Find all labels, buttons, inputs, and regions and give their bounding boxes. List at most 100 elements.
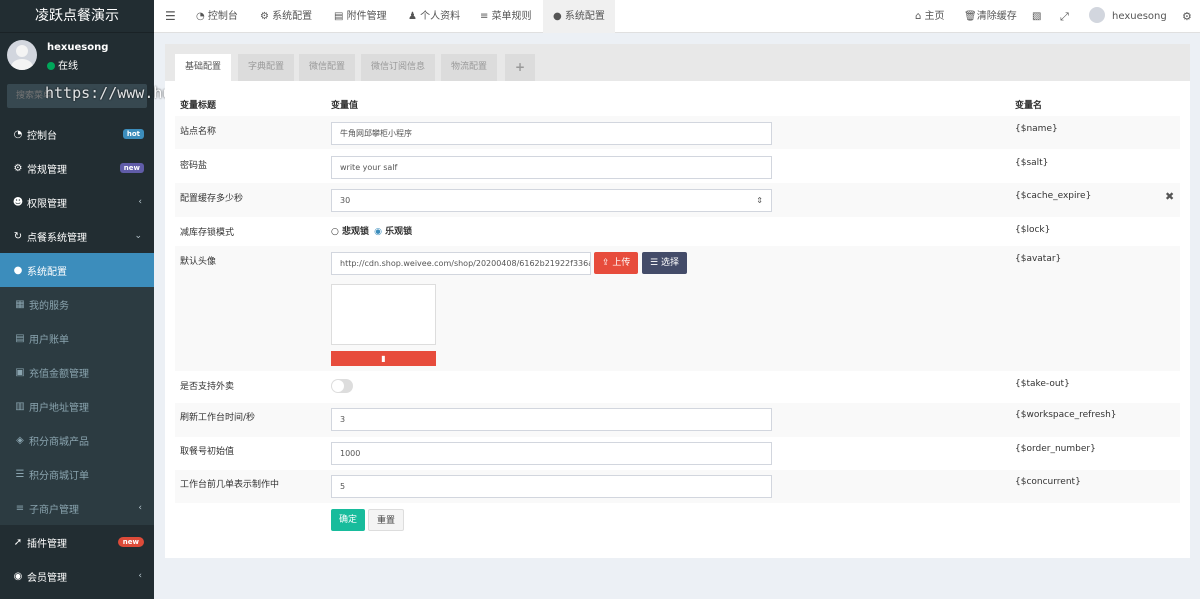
dashboard-icon: ◔ — [196, 11, 208, 22]
choose-button[interactable]: ☰ 选择 — [642, 252, 687, 274]
header-title: 变量标题 — [180, 101, 217, 111]
tab-dictionary[interactable]: 字典配置 — [238, 54, 295, 81]
lock-radio-group: ○ 悲观锁 ◉ 乐观锁 — [331, 224, 412, 237]
config-row-refresh: 刷新工作台时间/秒 3 {$workspace_refresh} — [175, 403, 1180, 437]
sidebar-item-label: 会员管理 — [27, 572, 67, 584]
list-icon: ☰ — [15, 468, 25, 480]
pessimistic-radio[interactable]: ○ 悲观锁 — [331, 227, 369, 237]
home-icon: ⌂ — [915, 11, 925, 22]
top-tab-sysconfig[interactable]: ⚙ 系统配置 — [260, 0, 312, 33]
top-user-menu[interactable]: hexuesong — [1089, 0, 1167, 33]
sidebar-item-bills[interactable]: ▤ 用户账单 — [0, 321, 154, 355]
site-name-input[interactable]: 牛角网邱攀柜小程序 — [331, 122, 772, 145]
delete-row-icon[interactable]: ✖ — [1165, 190, 1174, 203]
confirm-button[interactable]: 确定 — [331, 509, 366, 531]
row-label: 减库存锁模式 — [180, 228, 235, 238]
sidebar-item-label: 积分商城订单 — [29, 470, 89, 482]
row-varname: {$salt} — [1015, 158, 1049, 168]
salt-input[interactable]: write your salf — [331, 156, 772, 179]
order-number-input[interactable]: 1000 — [331, 442, 772, 465]
user-status: 在线 — [47, 57, 78, 72]
upload-icon: ⇪ — [602, 258, 613, 268]
rocket-icon: ➚ — [13, 536, 23, 548]
upload-button[interactable]: ⇪ 上传 — [594, 252, 639, 274]
settings-icon[interactable]: ⚙ — [1182, 0, 1192, 33]
app-logo[interactable]: 凌跃点餐演示 — [0, 0, 154, 33]
top-tab-profile[interactable]: ♟ 个人资料 — [408, 0, 460, 33]
tab-logistics[interactable]: 物流配置 — [441, 54, 498, 81]
sidebar-item-label: 用户地址管理 — [29, 402, 89, 414]
clear-cache-label: 清除缓存 — [976, 11, 1017, 22]
top-user-avatar — [1089, 7, 1105, 23]
concurrent-input[interactable]: 5 — [331, 475, 772, 498]
takeout-toggle[interactable] — [331, 379, 353, 393]
tab-wechat[interactable]: 微信配置 — [299, 54, 356, 81]
file-icon: ▤ — [334, 11, 347, 22]
user-status-text: 在线 — [58, 61, 78, 72]
row-varname: {$avatar} — [1015, 254, 1062, 264]
sidebar-item-label: 点餐系统管理 — [27, 232, 87, 244]
sidebar-item-members[interactable]: ◉ 会员管理 ‹ — [0, 559, 154, 593]
ticket-icon: ▤ — [15, 332, 25, 344]
clear-cache-button[interactable]: 🗑︎清除缓存 — [964, 0, 1017, 33]
config-row-salt: 密码盐 write your salf {$salt} — [175, 149, 1180, 183]
row-varname: {$cache_expire} — [1015, 191, 1092, 201]
cache-expire-select[interactable]: 30 ⇕ — [331, 189, 772, 212]
table-icon: ▦ — [15, 298, 25, 310]
sidebar-item-submerchant[interactable]: ≡ 子商户管理 ‹ — [0, 491, 154, 525]
sidebar-toggle-icon[interactable]: ☰ — [165, 0, 176, 33]
sidebar-item-auth[interactable]: ☻ 权限管理 ‹ — [0, 185, 154, 219]
list-icon: ≡ — [480, 11, 492, 22]
delete-avatar-button[interactable]: ▮ — [331, 351, 436, 366]
tab-label: 个人资料 — [420, 11, 461, 22]
avatar-url-input[interactable]: http://cdn.shop.weivee.com/shop/20200408… — [331, 252, 591, 275]
sidebar-item-points-orders[interactable]: ☰ 积分商城订单 — [0, 457, 154, 491]
chevron-down-icon: ⌄ — [134, 231, 142, 241]
row-label: 密码盐 — [180, 161, 208, 171]
sidebar-item-recharge[interactable]: ▣ 充值金额管理 — [0, 355, 154, 389]
optimistic-radio[interactable]: ◉ 乐观锁 — [374, 227, 412, 237]
user-name: hexuesong — [47, 42, 109, 53]
config-tabs: 基础配置 字典配置 微信配置 微信订阅信息 物流配置 + — [165, 44, 1190, 81]
sidebar-item-ordering[interactable]: ↻ 点餐系统管理 ⌄ — [0, 219, 154, 253]
sidebar-item-general[interactable]: ⚙ 常规管理 new — [0, 151, 154, 185]
tab-label: 附件管理 — [346, 11, 387, 22]
top-tab-sysconfig-active[interactable]: ● 系统配置 — [543, 0, 615, 33]
home-link[interactable]: ⌂ 主页 — [915, 0, 945, 33]
add-tab-button[interactable]: + — [505, 54, 536, 81]
money-icon: ▣ — [15, 366, 25, 378]
sidebar-item-label: 控制台 — [27, 130, 57, 142]
top-tab-menu-rules[interactable]: ≡ 菜单规则 — [480, 0, 532, 33]
sidebar-item-points-products[interactable]: ◈ 积分商城产品 — [0, 423, 154, 457]
sidebar-item-label: 充值金额管理 — [29, 368, 89, 380]
gear-icon: ⚙ — [260, 11, 273, 22]
sidebar-item-dashboard[interactable]: ◔ 控制台 hot — [0, 117, 154, 151]
workspace-refresh-input[interactable]: 3 — [331, 408, 772, 431]
row-varname: {$workspace_refresh} — [1015, 410, 1117, 420]
row-varname: {$order_number} — [1015, 444, 1096, 454]
fullscreen-icon[interactable]: ⤢ — [1060, 0, 1069, 33]
sidebar-item-services[interactable]: ▦ 我的服务 — [0, 287, 154, 321]
sidebar-item-label: 子商户管理 — [29, 504, 79, 516]
top-tab-attachments[interactable]: ▤ 附件管理 — [334, 0, 387, 33]
reset-button[interactable]: 重置 — [368, 509, 405, 531]
row-label: 配置缓存多少秒 — [180, 194, 244, 204]
translate-icon[interactable]: ▧ — [1032, 0, 1041, 33]
tab-basic[interactable]: 基础配置 — [175, 54, 232, 81]
config-row-avatar: 默认头像 http://cdn.shop.weivee.com/shop/202… — [175, 246, 1180, 371]
sidebar-item-address[interactable]: ▥ 用户地址管理 — [0, 389, 154, 423]
dashboard-icon: ◔ — [13, 128, 23, 140]
top-tab-dashboard[interactable]: ◔ 控制台 — [196, 0, 238, 33]
row-label: 站点名称 — [180, 127, 217, 137]
cache-expire-value: 30 — [340, 196, 351, 205]
row-label: 工作台前几单表示制作中 — [180, 480, 280, 490]
tab-label: 系统配置 — [564, 11, 605, 22]
top-navbar: ☰ ◔ 控制台 ⚙ 系统配置 ▤ 附件管理 ♟ 个人资料 ≡ 菜单规则 ● 系统… — [154, 0, 1200, 33]
sidebar-item-sysconfig[interactable]: ● 系统配置 — [0, 253, 154, 287]
header-name: 变量名 — [1015, 101, 1043, 111]
config-row-cache: 配置缓存多少秒 30 ⇕ {$cache_expire} ✖ — [175, 183, 1180, 217]
config-row-name: 站点名称 牛角网邱攀柜小程序 {$name} — [175, 116, 1180, 149]
tab-wechat-subscription[interactable]: 微信订阅信息 — [361, 54, 436, 81]
tab-label: 系统配置 — [272, 11, 313, 22]
sidebar-item-plugins[interactable]: ➚ 插件管理 new — [0, 525, 154, 559]
